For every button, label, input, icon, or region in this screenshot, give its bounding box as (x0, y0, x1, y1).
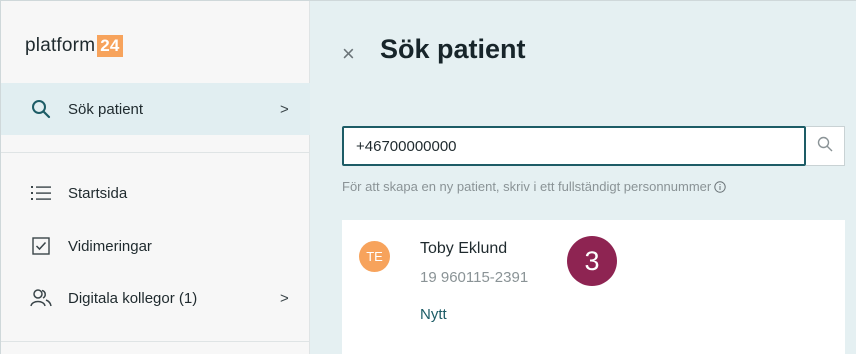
logo-badge: 24 (97, 35, 123, 57)
sidebar-item-sok-patient[interactable]: Sök patient > (1, 83, 310, 135)
patient-status: Nytt (420, 306, 447, 323)
list-icon (30, 182, 52, 204)
search-icon (817, 136, 833, 157)
info-icon[interactable] (714, 180, 726, 193)
sidebar-item-vidimeringar[interactable]: Vidimeringar (1, 224, 310, 268)
users-icon (30, 287, 52, 309)
step-badge: 3 (567, 236, 617, 286)
logo[interactable]: platform 24 (25, 35, 123, 57)
chevron-right-icon: > (280, 100, 289, 118)
divider (1, 341, 310, 342)
chevron-right-icon: > (280, 289, 289, 307)
search-button[interactable] (806, 126, 845, 166)
close-icon[interactable]: × (342, 43, 355, 65)
sidebar-item-label: Digitala kollegor (1) (68, 289, 198, 307)
sidebar-item-label: Startsida (68, 184, 128, 202)
search-icon (30, 98, 52, 120)
sidebar-item-digitala-kollegor[interactable]: Digitala kollegor (1) > (1, 276, 310, 320)
search-input[interactable] (342, 126, 806, 166)
logo-text: platform (25, 35, 96, 56)
patient-personnummer: 19 960115-2391 (420, 269, 529, 286)
search-bar (342, 126, 845, 166)
sidebar-item-label: Sök patient (68, 100, 144, 118)
divider (1, 152, 310, 153)
search-hint: För att skapa en ny patient, skriv i ett… (342, 179, 726, 194)
hint-text: För att skapa en ny patient, skriv i ett… (342, 179, 712, 194)
app-frame: platform 24 Sök patient > Startsida Vidim… (0, 0, 856, 354)
sidebar-item-startsida[interactable]: Startsida (1, 171, 310, 215)
patient-name: Toby Eklund (420, 240, 508, 257)
checkbox-icon (30, 235, 52, 257)
page-title: Sök patient (380, 34, 526, 64)
sidebar-item-label: Vidimeringar (68, 237, 152, 255)
avatar: TE (359, 241, 390, 272)
sidebar: platform 24 Sök patient > Startsida Vidim… (1, 1, 310, 354)
